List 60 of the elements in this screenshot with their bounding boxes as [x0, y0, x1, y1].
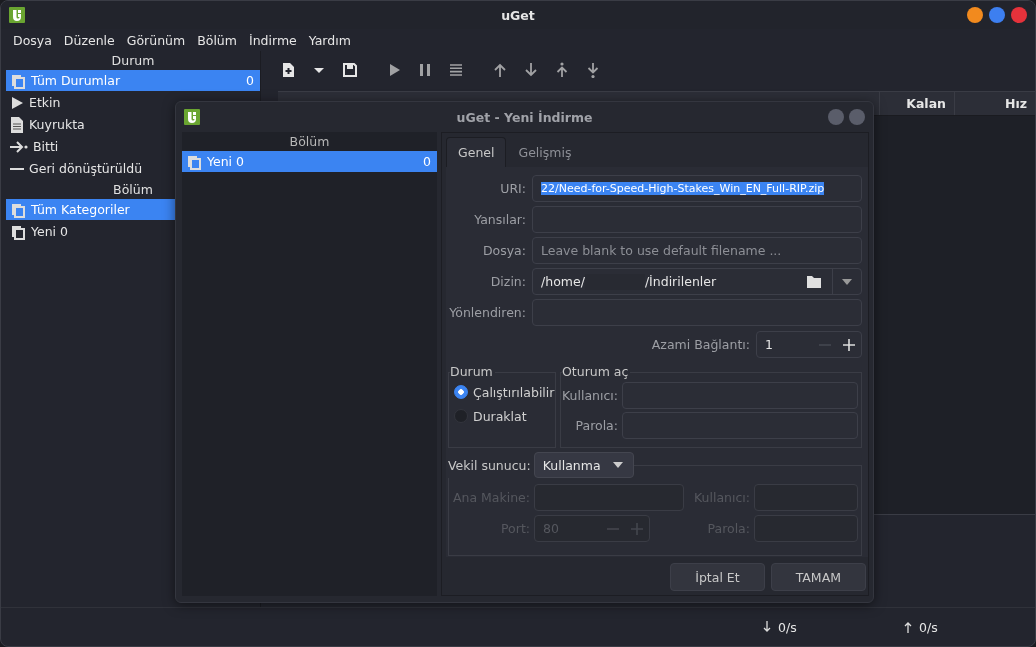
arrow-dot-icon — [10, 140, 28, 153]
sidebar-item[interactable]: Yeni 0 — [6, 221, 260, 242]
tab[interactable]: Genel — [446, 137, 507, 167]
category-item[interactable]: Yeni 0 0 — [182, 151, 437, 172]
field-label: Yönlendiren: — [448, 305, 526, 320]
field-label: Kullanıcı: — [562, 388, 618, 403]
input-field[interactable]: 22/Need-for-Speed-High-Stakes_Win_EN_Full-RIP.zip — [532, 175, 862, 202]
field-label: Parola: — [574, 418, 618, 433]
copies-icon — [10, 201, 26, 218]
field-label: Dizin: — [489, 274, 526, 289]
caret-icon — [842, 278, 852, 285]
copies-icon — [186, 153, 202, 170]
upload-arrow-icon — [904, 621, 912, 633]
field-label: Yansılar: — [473, 212, 526, 227]
column-header[interactable]: Kalan — [879, 92, 954, 115]
tab[interactable]: Gelişmiş — [506, 137, 584, 167]
window-control-button[interactable] — [1011, 7, 1027, 23]
field-label: URI: — [499, 181, 526, 196]
window-title: uGet — [501, 7, 535, 23]
window-control-button[interactable] — [989, 7, 1005, 23]
sidebar-item[interactable]: Kuyrukta — [6, 114, 260, 135]
menu-item[interactable]: Görünüm — [120, 32, 192, 48]
field-label: Dosya: — [481, 243, 526, 258]
copies-icon — [10, 223, 26, 240]
folder-icon — [806, 274, 822, 289]
sidebar-item[interactable]: Tüm Durumlar 0 — [6, 70, 260, 91]
transfer-speed: 0/s — [778, 619, 797, 635]
dialog-button[interactable]: İptal Et — [670, 563, 765, 591]
menu-item[interactable]: Dosya — [7, 32, 58, 48]
save-icon[interactable] — [341, 62, 358, 78]
menu-item[interactable]: Bölüm — [191, 32, 243, 48]
section-header: Bölüm — [288, 133, 331, 151]
menu-item[interactable]: Düzenle — [57, 32, 121, 48]
radio-label[interactable]: Duraklat — [473, 408, 527, 424]
input-field[interactable]: Leave blank to use default filename ... — [532, 237, 862, 264]
group-title: Oturum aç — [562, 364, 631, 380]
download-arrow-icon — [763, 621, 771, 633]
group-title: Vekil sunucu: — [448, 457, 531, 473]
dialog-button[interactable]: TAMAM — [770, 563, 866, 591]
radio-label[interactable]: Çalıştırılabilir — [473, 384, 555, 400]
app-logo-icon — [9, 7, 25, 23]
path-text: /İndirilenler — [644, 274, 717, 289]
radio-button[interactable] — [454, 385, 468, 399]
column-header[interactable]: Hız — [954, 92, 1035, 115]
window-control-button[interactable] — [967, 7, 983, 23]
transfer-speed: 0/s — [919, 619, 938, 635]
dialog-title: uGet - Yeni İndirme — [456, 109, 593, 125]
section-header: Durum — [110, 52, 156, 70]
field-label: Azami Bağlantı: — [651, 337, 750, 352]
menu-item[interactable]: İndirme — [242, 32, 303, 48]
menu-item[interactable]: Yardım — [302, 32, 357, 48]
play-icon — [10, 95, 24, 110]
copies-icon — [10, 72, 26, 89]
path-text: /home/ — [541, 274, 585, 289]
document-icon — [10, 116, 24, 133]
sidebar-item[interactable]: Etkin — [6, 92, 260, 113]
caret-icon — [612, 462, 623, 468]
folder-field[interactable]: /home/ /İndirilenler — [532, 268, 862, 295]
app-logo-icon — [184, 109, 200, 125]
section-header: Bölüm — [112, 181, 154, 199]
